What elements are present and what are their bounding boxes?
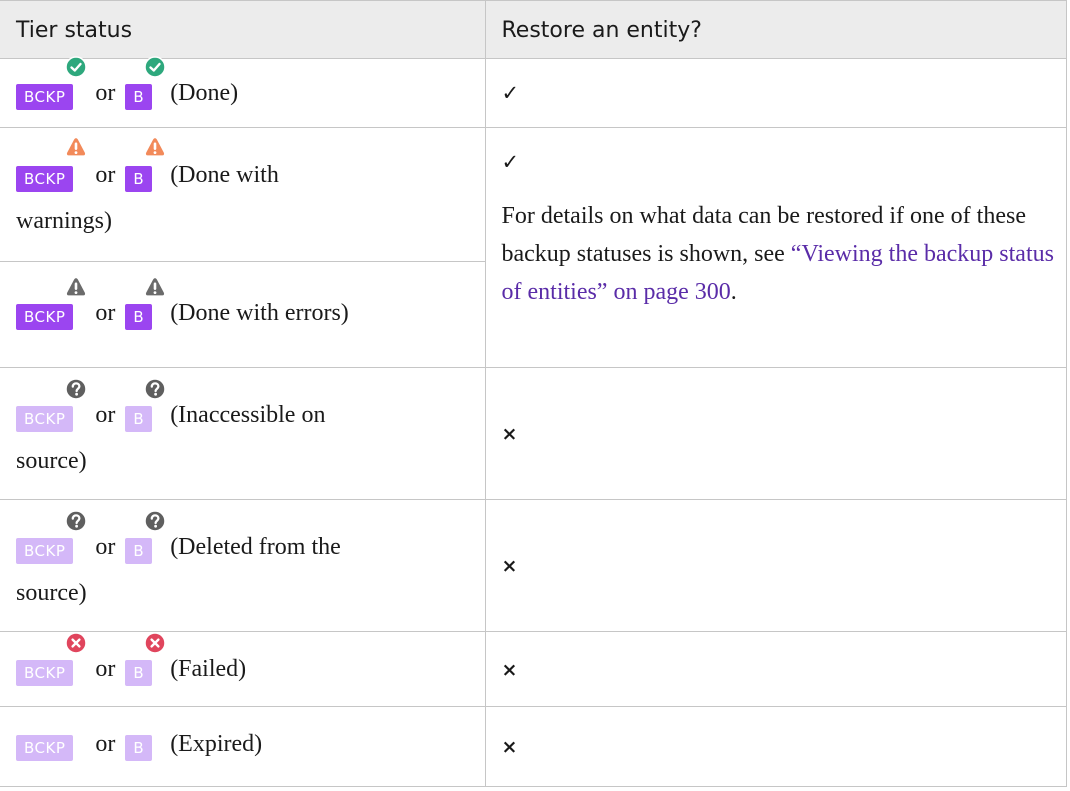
status-cell: BCKP or B (Deleted from the source): [0, 499, 486, 632]
backup-badge: BCKP: [16, 721, 74, 767]
cross-icon: ×: [501, 658, 518, 681]
backup-badge: BCKP: [16, 646, 73, 692]
status-label-cont: source): [16, 448, 87, 474]
status-cell: BCKP or B (Done with errors): [0, 261, 486, 368]
status-label: (Done): [170, 80, 239, 106]
warning-icon: [144, 136, 166, 158]
status-label-cont: source): [16, 580, 87, 606]
restore-note: For details on what data can be restored…: [502, 197, 1056, 311]
table-row: BCKP or B (Done with warnings) ✓ For det…: [0, 127, 1067, 368]
badge-label: BCKP: [16, 538, 74, 564]
cross-icon: ×: [501, 555, 518, 577]
status-cell: BCKP or B (Done): [0, 59, 486, 128]
or-label: or: [95, 731, 116, 757]
badge-label: BCKP: [16, 166, 74, 192]
check-circle-icon: [65, 56, 87, 78]
question-icon: [144, 510, 166, 532]
table-row: BCKP or B (Failed) ×: [0, 631, 1067, 707]
table-row: BCKP or B (Expired) ×: [0, 706, 1067, 787]
backup-badge-short: B: [125, 152, 152, 198]
tier-status-table: Tier status Restore an entity? BCKP or B…: [0, 0, 1067, 787]
cross-icon: ×: [501, 423, 518, 445]
status-label-cont: warnings): [16, 208, 112, 234]
backup-badge-short: B: [125, 392, 152, 438]
status-label: (Failed): [170, 656, 247, 682]
badge-label: B: [125, 660, 153, 686]
header-restore-entity: Restore an entity?: [484, 0, 1067, 59]
backup-badge-short: B: [125, 721, 153, 767]
backup-badge-short: B: [125, 290, 152, 336]
badge-label: BCKP: [16, 84, 74, 110]
question-icon: [65, 378, 87, 400]
x-circle-icon: [144, 632, 166, 654]
backup-badge-short: B: [125, 646, 152, 692]
backup-badge: BCKP: [16, 392, 73, 438]
badge-label: B: [125, 406, 153, 432]
backup-badge-short: B: [125, 524, 152, 570]
table-header-row: Tier status Restore an entity?: [0, 0, 1067, 59]
status-label: (Deleted from the: [170, 534, 341, 560]
checkmark-icon: ✓: [501, 81, 520, 105]
badge-label: B: [125, 84, 153, 110]
or-label: or: [95, 534, 116, 560]
or-label: or: [95, 80, 116, 106]
badge-label: B: [125, 538, 153, 564]
backup-badge: BCKP: [16, 524, 73, 570]
status-cell: BCKP or B (Done with warnings): [0, 127, 486, 262]
status-label: (Inaccessible on: [170, 402, 326, 428]
status-cell: BCKP or B (Inaccessible on source): [0, 367, 486, 500]
status-label: (Done with errors): [170, 300, 349, 326]
backup-badge: BCKP: [16, 70, 73, 116]
badge-label: B: [125, 304, 153, 330]
restore-cell: ✓ For details on what data can be restor…: [484, 127, 1067, 368]
restore-cell: ×: [484, 706, 1067, 787]
table-row: BCKP or B (Done) ✓: [0, 58, 1067, 128]
warning-icon: [144, 276, 166, 298]
x-circle-icon: [65, 632, 87, 654]
status-cell: BCKP or B (Expired): [0, 706, 486, 787]
warning-icon: [65, 276, 87, 298]
or-label: or: [95, 162, 116, 188]
status-cell: BCKP or B (Failed): [0, 631, 486, 707]
note-period: .: [730, 279, 737, 305]
badge-label: BCKP: [16, 406, 74, 432]
restore-cell: ×: [484, 499, 1067, 632]
backup-badge: BCKP: [16, 290, 73, 336]
badge-label: BCKP: [16, 660, 74, 686]
warning-icon: [65, 136, 87, 158]
badge-label: BCKP: [16, 735, 74, 761]
badge-label: B: [125, 166, 153, 192]
badge-label: B: [125, 735, 153, 761]
table-row: BCKP or B (Deleted from the source) ×: [0, 499, 1067, 632]
question-icon: [144, 378, 166, 400]
cross-icon: ×: [501, 736, 518, 758]
restore-cell: ×: [484, 631, 1067, 707]
question-icon: [65, 510, 87, 532]
checkmark-icon: ✓: [501, 150, 520, 174]
restore-cell: ×: [484, 367, 1067, 500]
or-label: or: [95, 300, 116, 326]
table-row: BCKP or B (Inaccessible on source) ×: [0, 367, 1067, 500]
backup-badge-short: B: [125, 70, 152, 116]
or-label: or: [95, 656, 116, 682]
status-label: (Expired): [170, 731, 263, 757]
restore-cell: ✓: [484, 58, 1067, 128]
check-circle-icon: [144, 56, 166, 78]
backup-badge: BCKP: [16, 152, 73, 198]
status-label: (Done with: [170, 162, 279, 188]
header-tier-status: Tier status: [0, 0, 486, 59]
badge-label: BCKP: [16, 304, 74, 330]
or-label: or: [95, 402, 116, 428]
